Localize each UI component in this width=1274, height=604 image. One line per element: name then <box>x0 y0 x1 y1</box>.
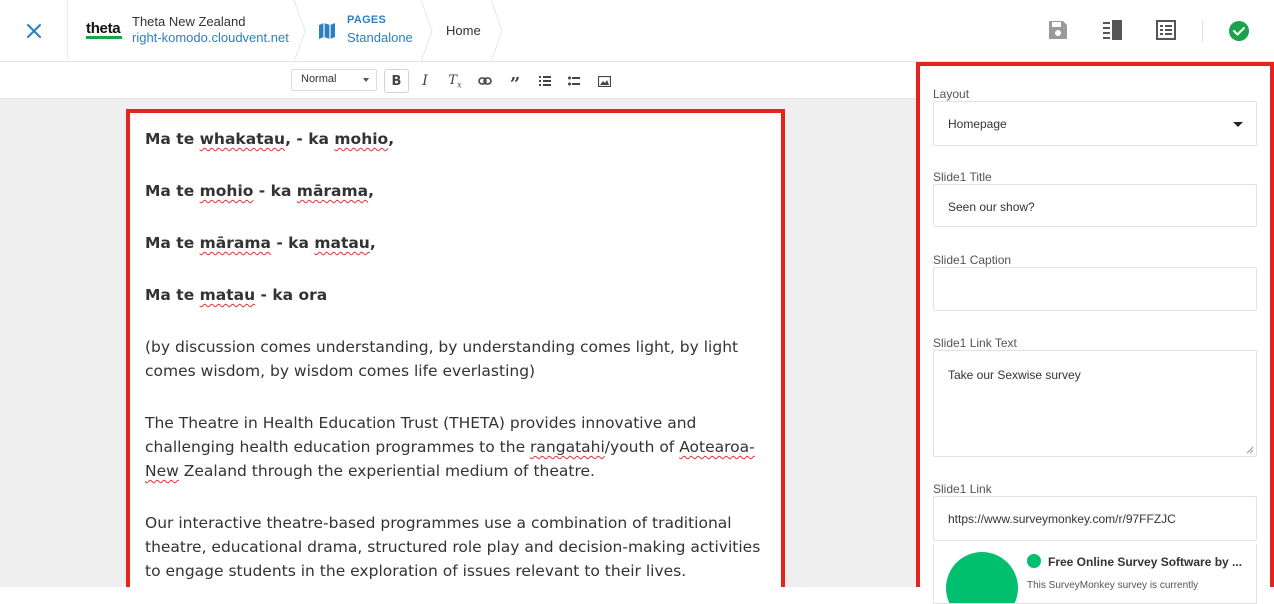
text-run: (by discussion comes understanding, by u… <box>145 338 739 380</box>
quote-button[interactable]: ” <box>504 70 526 95</box>
editor-canvas: Normal B I Tx ” Ma te whakatau, - ka moh… <box>0 62 917 587</box>
text-run: Ma te <box>145 182 200 200</box>
text-run: Our interactive theatre-based programmes… <box>145 514 761 580</box>
text-run: , <box>369 234 376 252</box>
paragraph[interactable]: Ma te mohio - ka mārama, <box>145 179 770 203</box>
save-icon[interactable] <box>1047 19 1069 41</box>
close-icon <box>26 24 41 38</box>
spellcheck-word: whakatau <box>199 130 286 148</box>
spellcheck-word: mohio <box>199 182 254 200</box>
split-view-icon[interactable] <box>1101 19 1123 41</box>
spellcheck-word: matau <box>199 286 256 304</box>
link-preview-card[interactable]: Free Online Survey Software by ... This … <box>933 544 1257 604</box>
clear-format-button[interactable]: Tx <box>444 70 466 92</box>
site-logo: theta <box>86 20 121 37</box>
text-run: - ka <box>253 182 297 200</box>
resize-handle-icon[interactable] <box>1246 446 1254 454</box>
toolbar-divider <box>1202 20 1203 42</box>
image-icon <box>597 75 611 87</box>
slide1-link-text-value: Take our Sexwise survey <box>948 368 1081 382</box>
preview-description: This SurveyMonkey survey is currently <box>1027 580 1199 591</box>
image-button[interactable] <box>593 70 615 92</box>
slide1-caption-label: Slide1 Caption <box>933 253 1012 267</box>
text-run: , <box>368 182 375 200</box>
text-run: Ma te <box>145 286 200 304</box>
close-button[interactable] <box>0 0 68 62</box>
paragraph[interactable]: Ma te matau - ka ora <box>145 283 770 307</box>
numbered-list-icon <box>539 76 551 86</box>
preview-title: Free Online Survey Software by ... <box>1048 555 1243 569</box>
breadcrumb-pages[interactable]: PAGES Standalone <box>296 0 424 62</box>
slide1-title-label: Slide1 Title <box>933 170 992 184</box>
map-icon <box>319 23 335 39</box>
text-run: , <box>388 130 395 148</box>
paragraph[interactable]: Ma te mārama - ka matau, <box>145 231 770 255</box>
surveymonkey-logo <box>946 552 1018 603</box>
italic-icon: I <box>422 73 428 89</box>
paragraph[interactable]: Our interactive theatre-based programmes… <box>145 511 770 583</box>
site-name: Theta New Zealand <box>132 14 246 29</box>
form-view-icon[interactable] <box>1155 19 1177 41</box>
site-url[interactable]: right-komodo.cloudvent.net <box>132 30 289 45</box>
editor-body[interactable]: Ma te whakatau, - ka mohio, Ma te mohio -… <box>145 127 770 587</box>
slide1-link-text-label: Slide1 Link Text <box>933 336 1017 350</box>
paragraph[interactable]: Ma te whakatau, - ka mohio, <box>145 127 770 151</box>
text-run: - ka <box>270 234 315 252</box>
text-run: - ka ora <box>255 286 328 304</box>
surveymonkey-favicon <box>1027 554 1041 568</box>
numbered-list-button[interactable] <box>534 70 556 92</box>
chevron-down-icon <box>363 78 369 82</box>
bullet-list-button[interactable] <box>563 70 585 92</box>
slide1-link-value: https://www.surveymonkey.com/r/97FFZJC <box>948 512 1176 526</box>
breadcrumb-home[interactable]: Home <box>446 23 481 38</box>
chevron-down-icon <box>1233 122 1243 127</box>
paragraph[interactable]: (by discussion comes understanding, by u… <box>145 335 770 383</box>
text-run: , - ka <box>285 130 335 148</box>
quote-icon: ” <box>509 74 521 95</box>
content-editor[interactable]: Ma te whakatau, - ka mohio, Ma te mohio -… <box>126 109 785 587</box>
format-select-value: Normal <box>301 73 337 85</box>
layout-label: Layout <box>933 87 970 101</box>
spellcheck-word: mārama <box>199 234 271 252</box>
logo-underline <box>86 36 122 39</box>
bullet-list-icon <box>568 76 580 86</box>
slide1-caption-input[interactable] <box>933 267 1257 311</box>
top-bar: theta Theta New Zealand right-komodo.clo… <box>0 0 1274 62</box>
link-icon <box>478 77 492 85</box>
slide1-link-text-textarea[interactable]: Take our Sexwise survey <box>933 350 1257 457</box>
pages-label: PAGES <box>347 14 387 26</box>
italic-button[interactable]: I <box>414 70 436 92</box>
site-info[interactable]: theta Theta New Zealand right-komodo.clo… <box>68 0 296 62</box>
slide1-link-label: Slide1 Link <box>933 482 992 496</box>
layout-select-value: Homepage <box>948 117 1007 131</box>
slide1-link-input[interactable]: https://www.surveymonkey.com/r/97FFZJC <box>933 496 1257 541</box>
layout-select[interactable]: Homepage <box>933 101 1257 146</box>
bold-button[interactable]: B <box>384 69 409 93</box>
format-select[interactable]: Normal <box>291 69 377 91</box>
text-run: /youth of <box>604 438 680 456</box>
check-circle-icon[interactable] <box>1228 20 1250 42</box>
front-matter-panel: Layout Homepage Slide1 Title Seen our sh… <box>916 62 1274 604</box>
paragraph[interactable]: The Theatre in Health Education Trust (T… <box>145 411 770 483</box>
breadcrumb-separator <box>490 0 503 62</box>
pages-collection: Standalone <box>347 30 413 45</box>
text-run: Ma te <box>145 130 200 148</box>
text-run: Ma te <box>145 234 200 252</box>
slide1-title-input[interactable]: Seen our show? <box>933 184 1257 227</box>
breadcrumb-separator <box>420 0 433 62</box>
text-run: Zealand through the experiential medium … <box>178 462 595 480</box>
spellcheck-word: mohio <box>334 130 389 148</box>
editor-toolbar: Normal B I Tx ” <box>0 62 917 99</box>
spellcheck-word: mārama <box>296 182 369 200</box>
slide1-title-value: Seen our show? <box>948 200 1035 214</box>
spellcheck-word: rangatahi <box>530 438 605 456</box>
bold-icon: B <box>391 73 402 89</box>
clear-format-icon: Tx <box>448 72 462 90</box>
link-button[interactable] <box>474 70 496 92</box>
spellcheck-word: matau <box>314 234 370 252</box>
